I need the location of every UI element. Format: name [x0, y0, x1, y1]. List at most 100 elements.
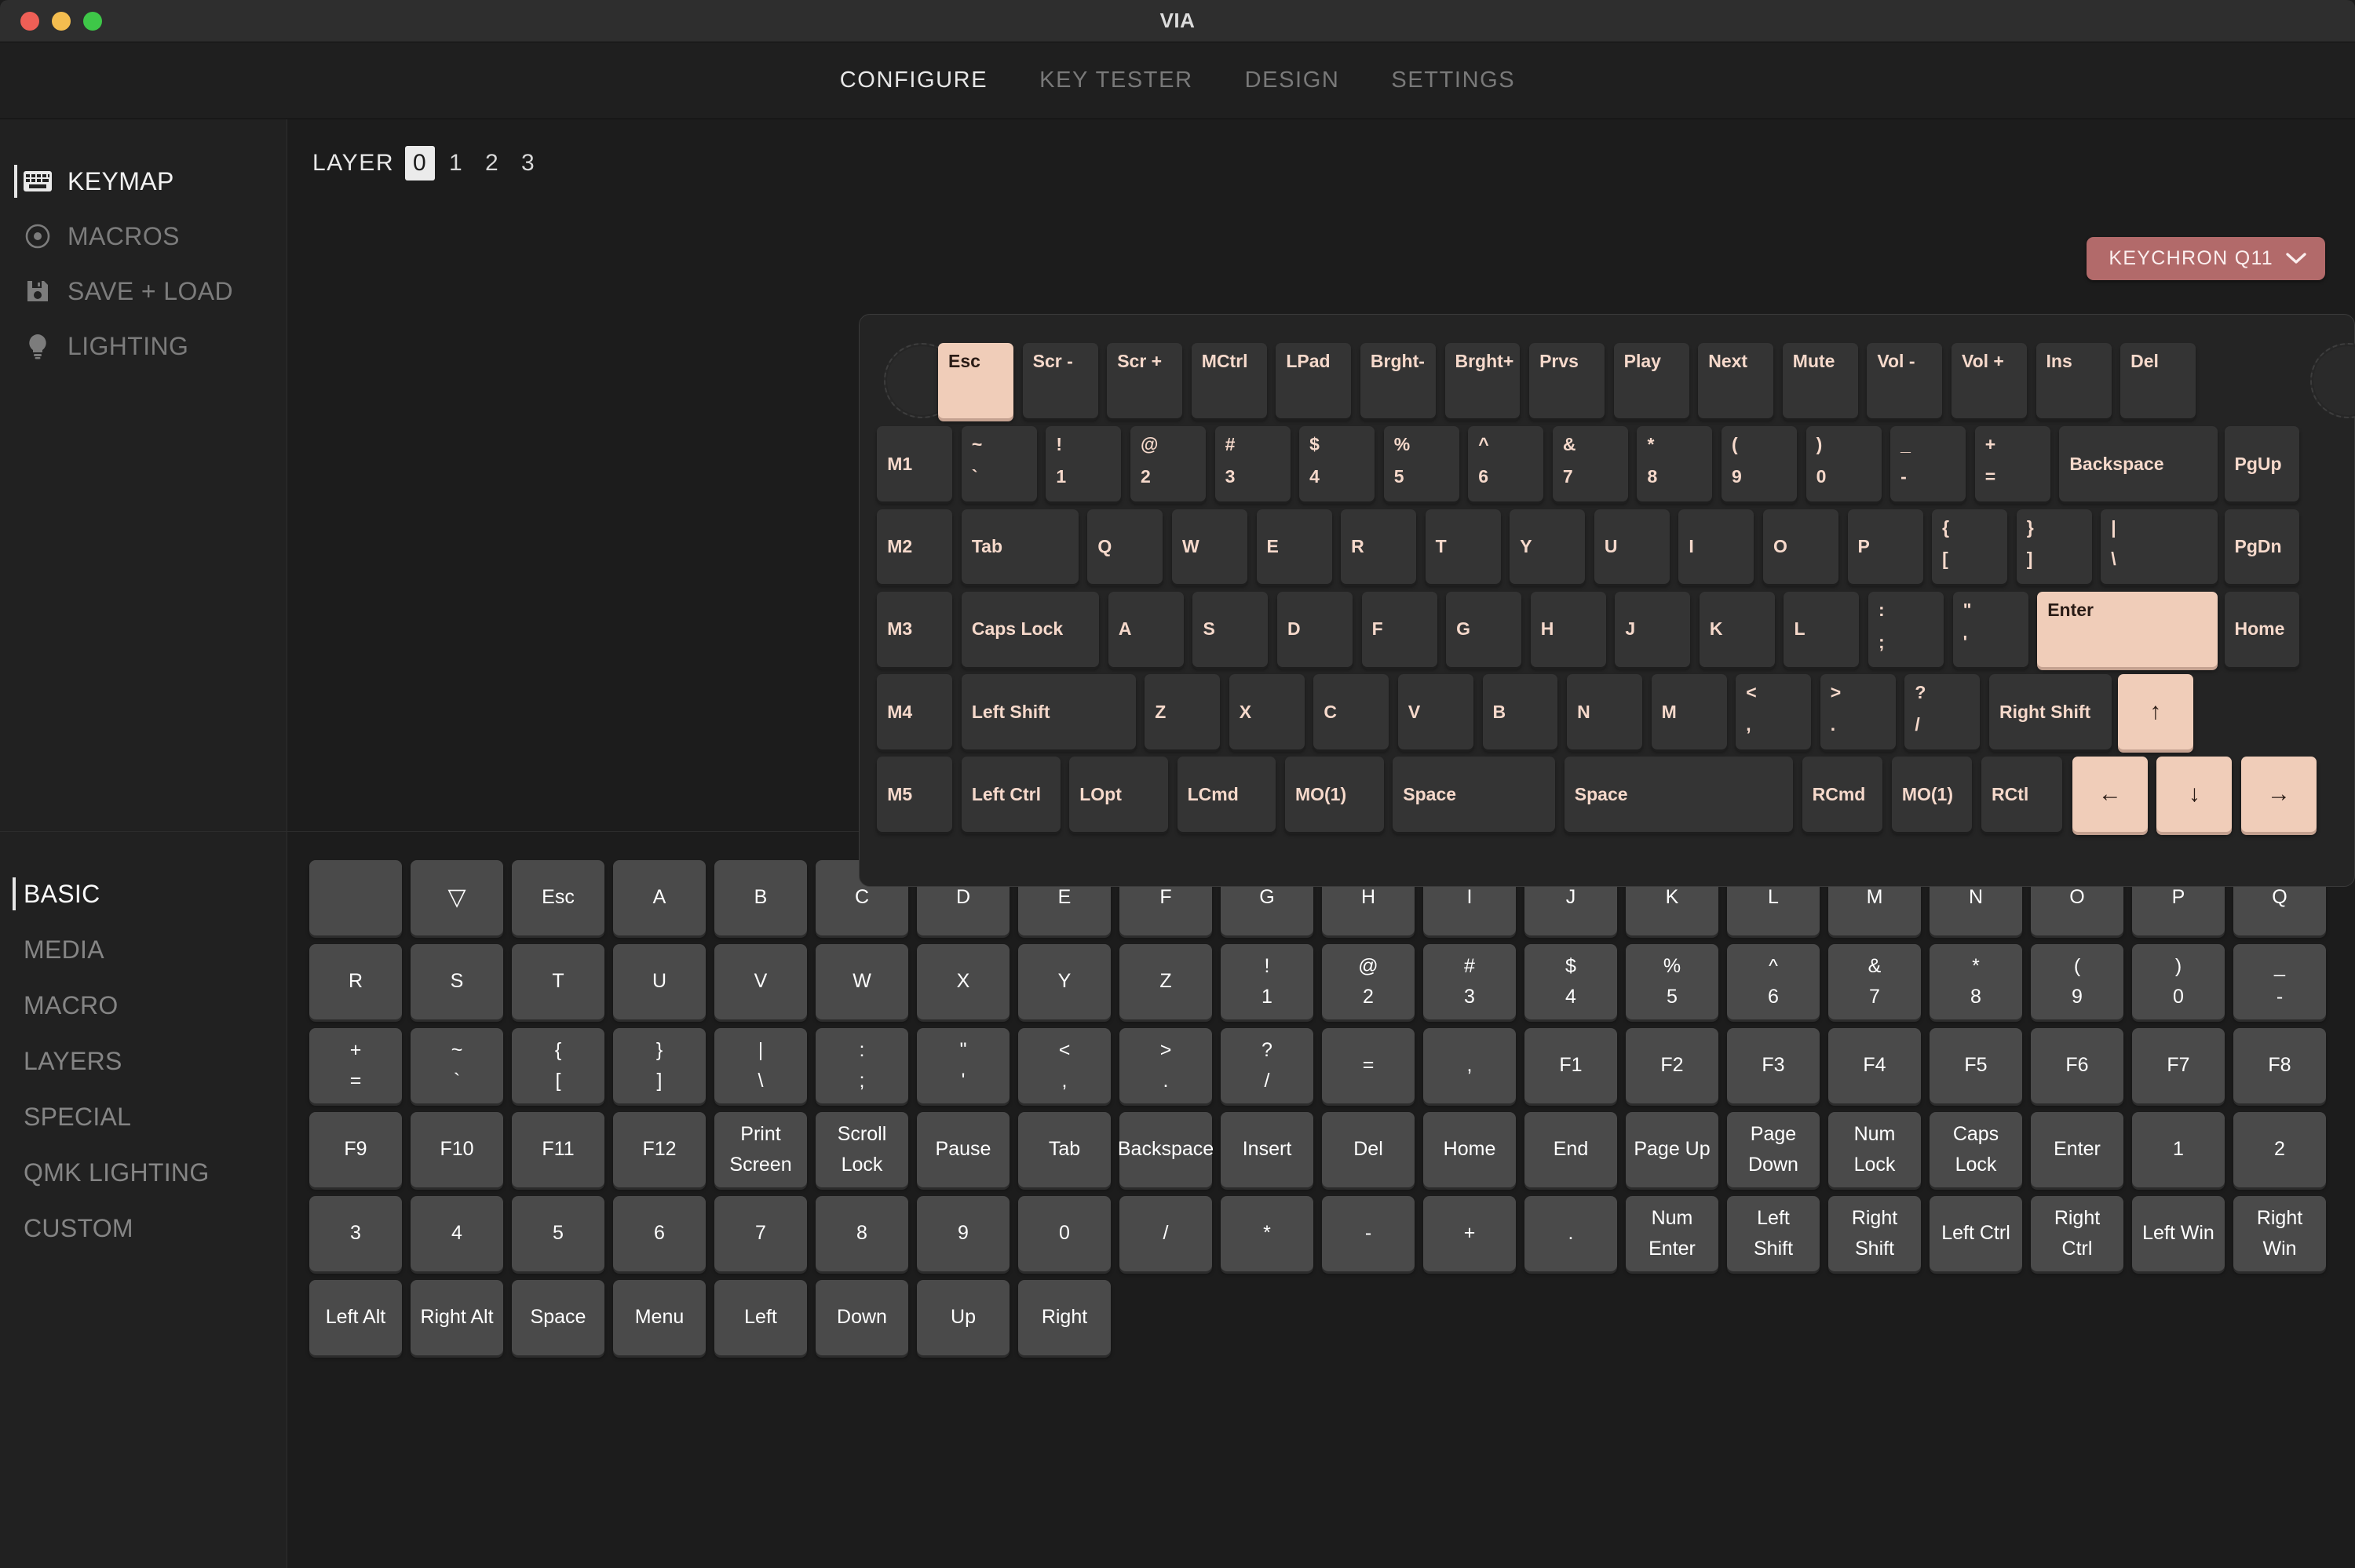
keycode-r[interactable]: R [309, 944, 402, 1019]
key-arrow-left[interactable]: ← [2072, 757, 2148, 833]
tab-configure[interactable]: CONFIGURE [840, 67, 988, 93]
keycode-blank[interactable]: _ - [2233, 944, 2326, 1019]
keycode-1[interactable]: ! 1 [1221, 944, 1313, 1019]
key-blank[interactable]: {[ [1932, 509, 2008, 585]
keycode-f1[interactable]: F1 [1524, 1028, 1617, 1103]
layer-button-3[interactable]: 3 [513, 146, 543, 181]
key-prvs[interactable]: Prvs [1529, 342, 1605, 418]
key-d[interactable]: D [1277, 591, 1353, 667]
keycode-u[interactable]: U [613, 944, 706, 1019]
key-caps-lock[interactable]: Caps Lock [961, 591, 1100, 667]
keycode-right-win[interactable]: Right Win [2233, 1196, 2326, 1271]
keycode-0[interactable]: ) 0 [2132, 944, 2225, 1019]
keycode-blank[interactable]: - [1322, 1196, 1415, 1271]
category-special[interactable]: SPECIAL [0, 1089, 287, 1145]
key-h[interactable]: H [1530, 591, 1606, 667]
keycode-z[interactable]: Z [1119, 944, 1212, 1019]
minimize-window-button[interactable] [52, 11, 71, 31]
sidebar-item-save-load[interactable]: SAVE + LOAD [0, 264, 287, 319]
key-vol[interactable]: Vol - [1867, 342, 1943, 418]
key-y[interactable]: Y [1510, 509, 1586, 585]
key-ins[interactable]: Ins [2036, 342, 2112, 418]
keycode-blank[interactable]: + [1423, 1196, 1516, 1271]
key-n[interactable]: N [1567, 674, 1643, 750]
key-play[interactable]: Play [1613, 342, 1689, 418]
keycode-blank[interactable]: ? / [1221, 1028, 1313, 1103]
keycode-s[interactable]: S [411, 944, 503, 1019]
layer-button-1[interactable]: 1 [441, 146, 471, 181]
key-m4[interactable]: M4 [877, 674, 953, 750]
key-f[interactable]: F [1361, 591, 1437, 667]
keycode-num-lock[interactable]: Num Lock [1828, 1112, 1921, 1187]
keycode-tab[interactable]: Tab [1018, 1112, 1111, 1187]
key-blank[interactable]: _ - [1890, 426, 1966, 502]
key-a[interactable]: A [1108, 591, 1184, 667]
keycode-blank[interactable]: {[ [512, 1028, 604, 1103]
keycode-blank[interactable] [309, 860, 402, 935]
key-u[interactable]: U [1594, 509, 1670, 585]
category-basic[interactable]: BASIC [0, 866, 287, 922]
key-1[interactable]: ! 1 [1046, 426, 1122, 502]
keycode-home[interactable]: Home [1423, 1112, 1516, 1187]
key-scr[interactable]: Scr - [1022, 342, 1098, 418]
key-x[interactable]: X [1229, 674, 1305, 750]
keycode-down[interactable]: Down [816, 1280, 908, 1355]
keycode-8[interactable]: * 8 [1930, 944, 2022, 1019]
key-z[interactable]: Z [1145, 674, 1221, 750]
key-s[interactable]: S [1192, 591, 1269, 667]
keycode-end[interactable]: End [1524, 1112, 1617, 1187]
key-next[interactable]: Next [1698, 342, 1774, 418]
key-tab[interactable]: Tab [961, 509, 1079, 585]
keycode-0[interactable]: 0 [1018, 1196, 1111, 1271]
keycode-f2[interactable]: F2 [1626, 1028, 1718, 1103]
category-media[interactable]: MEDIA [0, 922, 287, 978]
keycode-num-enter[interactable]: Num Enter [1626, 1196, 1718, 1271]
keycode-right-shift[interactable]: Right Shift [1828, 1196, 1921, 1271]
keycode-2[interactable]: 2 [2233, 1112, 2326, 1187]
key-i[interactable]: I [1678, 509, 1754, 585]
key-del[interactable]: Del [2120, 342, 2196, 418]
tab-settings[interactable]: SETTINGS [1391, 67, 1515, 93]
keycode-3[interactable]: 3 [309, 1196, 402, 1271]
key-m2[interactable]: M2 [877, 509, 953, 585]
key-mctrl[interactable]: MCtrl [1191, 342, 1267, 418]
category-macro[interactable]: MACRO [0, 978, 287, 1034]
key-arrow-right[interactable]: → [2241, 757, 2317, 833]
keycode-scroll-lock[interactable]: Scroll Lock [816, 1112, 908, 1187]
key-4[interactable]: $4 [1299, 426, 1375, 502]
keycode-blank[interactable]: / [1119, 1196, 1212, 1271]
key-left-ctrl[interactable]: Left Ctrl [961, 757, 1061, 833]
category-qmk-lighting[interactable]: QMK LIGHTING [0, 1145, 287, 1201]
tab-design[interactable]: DESIGN [1245, 67, 1340, 93]
keycode-7[interactable]: 7 [714, 1196, 807, 1271]
keycode-blank[interactable]: = [1322, 1028, 1415, 1103]
keycode-caps-lock[interactable]: Caps Lock [1930, 1112, 2022, 1187]
keycode-blank[interactable]: | \ [714, 1028, 807, 1103]
key-3[interactable]: #3 [1214, 426, 1291, 502]
key-rctl[interactable]: RCtl [1981, 757, 2062, 833]
keycode-f5[interactable]: F5 [1930, 1028, 2022, 1103]
keycode-backspace[interactable]: Backspace [1118, 1112, 1214, 1187]
keycode-9[interactable]: 9 [917, 1196, 1010, 1271]
key-m5[interactable]: M5 [877, 757, 953, 833]
key-blank[interactable]: ? / [1904, 674, 1981, 750]
key-lopt[interactable]: LOpt [1069, 757, 1168, 833]
key-q[interactable]: Q [1087, 509, 1163, 585]
key-g[interactable]: G [1446, 591, 1522, 667]
key-esc[interactable]: Esc [938, 342, 1014, 418]
key-backspace[interactable]: Backspace [2059, 426, 2218, 502]
key-m1[interactable]: M1 [877, 426, 953, 502]
key-blank[interactable]: :; [1868, 591, 1944, 667]
keycode-4[interactable]: 4 [411, 1196, 503, 1271]
key-pgdn[interactable]: PgDn [2224, 509, 2300, 585]
keycode-menu[interactable]: Menu [613, 1280, 706, 1355]
keycode-3[interactable]: #3 [1423, 944, 1516, 1019]
key-t[interactable]: T [1425, 509, 1501, 585]
key-m[interactable]: M [1651, 674, 1727, 750]
keycode-f3[interactable]: F3 [1727, 1028, 1820, 1103]
key-5[interactable]: % 5 [1383, 426, 1459, 502]
sidebar-item-lighting[interactable]: LIGHTING [0, 319, 287, 374]
keycode-insert[interactable]: Insert [1221, 1112, 1313, 1187]
keycode-blank[interactable]: :; [816, 1028, 908, 1103]
key-scr[interactable]: Scr + [1107, 342, 1183, 418]
